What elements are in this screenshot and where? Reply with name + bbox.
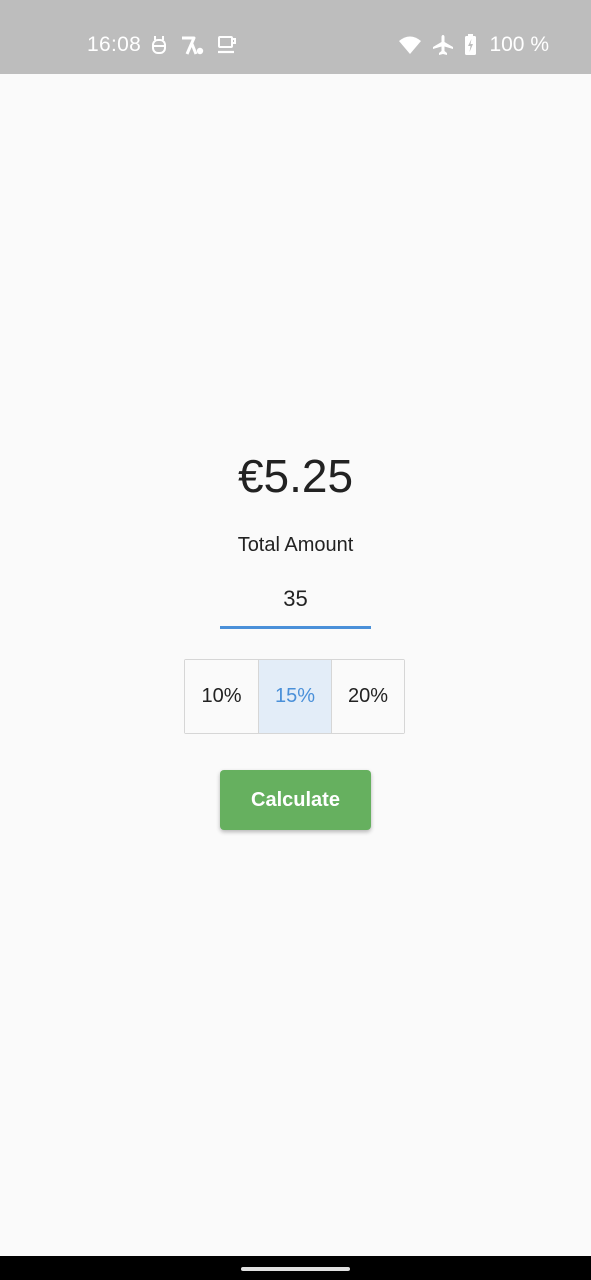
total-amount-input[interactable] — [220, 572, 371, 629]
percent-option-20[interactable]: 20% — [331, 660, 404, 733]
status-notification-icons — [150, 33, 238, 57]
battery-charging-icon — [464, 34, 477, 56]
tip-percent-selector: 10% 15% 20% — [184, 659, 405, 734]
coffee-icon — [216, 34, 238, 56]
home-indicator[interactable] — [241, 1267, 350, 1271]
tip-result: €5.25 — [237, 450, 354, 502]
app-notification-icon — [180, 34, 204, 56]
status-time: 16:08 — [87, 33, 142, 56]
usb-debug-icon — [150, 34, 168, 56]
navigation-bar — [0, 1256, 591, 1280]
total-amount-label: Total Amount — [237, 534, 354, 556]
battery-percentage: 100 % — [489, 33, 549, 56]
airplane-mode-icon — [432, 34, 454, 56]
calculate-button[interactable]: Calculate — [220, 770, 371, 830]
percent-option-10[interactable]: 10% — [185, 660, 258, 733]
wifi-icon — [398, 35, 422, 55]
status-system-icons: 100 % — [398, 33, 549, 57]
status-bar: 16:08 100 % — [0, 0, 591, 74]
percent-option-15[interactable]: 15% — [258, 660, 331, 733]
